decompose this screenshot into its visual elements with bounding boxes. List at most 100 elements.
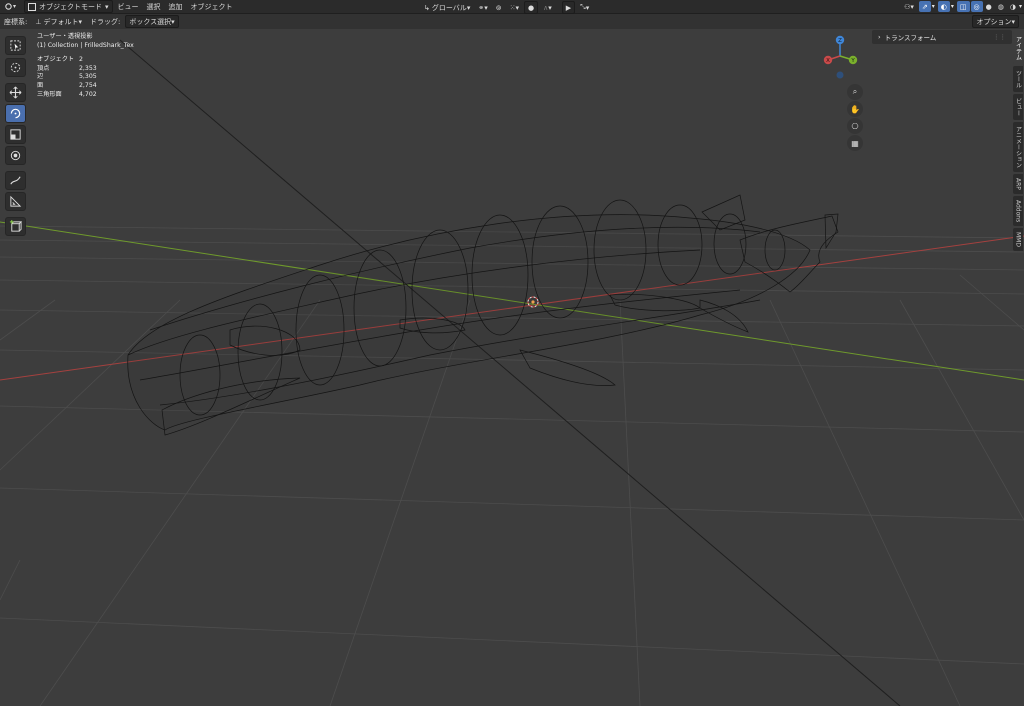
transform-tool[interactable]	[5, 146, 26, 165]
pan-button[interactable]: ✋	[847, 101, 863, 117]
tab-animation[interactable]: アニメーション	[1013, 122, 1023, 172]
orientation-dropdown[interactable]: ⊥ デフォルト ▾	[32, 16, 85, 27]
xray-toggle[interactable]: ◫	[956, 1, 970, 12]
show-gizmo-toggle[interactable]: ⇗	[918, 1, 931, 12]
select-box-tool[interactable]	[5, 36, 26, 55]
zoom-icon: ⌕	[852, 87, 858, 96]
measure-icon	[10, 195, 22, 207]
annotate-tool[interactable]	[5, 171, 26, 190]
neg-z-axis-handle[interactable]	[836, 71, 844, 79]
scale-tool[interactable]	[5, 125, 26, 144]
pivot-point-button[interactable]: ⚭ ▾	[475, 2, 490, 13]
y-axis-handle[interactable]: Y	[848, 55, 858, 65]
snap-icon: ⊚	[495, 3, 502, 12]
svg-text:Z: Z	[838, 38, 842, 44]
measure-tool[interactable]	[5, 192, 26, 211]
stat-label: 三角形面	[37, 90, 62, 98]
shading-material-button[interactable]: ◍	[995, 1, 1007, 12]
play-icon: ▶	[565, 3, 572, 12]
camera-view-button[interactable]: ⎔	[847, 118, 863, 134]
show-overlays-toggle[interactable]: ◐	[937, 1, 950, 12]
menu-view[interactable]: ビュー	[114, 2, 143, 12]
orientation-value: デフォルト	[43, 17, 79, 26]
tab-mmd[interactable]: MMD	[1013, 228, 1023, 252]
annotate-icon	[10, 176, 21, 185]
zoom-button[interactable]: ⌕	[847, 84, 863, 100]
cursor-tool[interactable]	[5, 58, 26, 77]
snap-grid-icon: ⁙	[509, 3, 516, 12]
tool-shelf	[5, 34, 26, 238]
shading-wireframe-button[interactable]: ◎	[970, 1, 983, 12]
navigation-gizmo[interactable]: Z Y X	[820, 35, 864, 79]
orientation-axes-icon: ⊥	[35, 17, 42, 26]
tab-tool[interactable]: ツール	[1013, 66, 1023, 92]
play-button[interactable]: ▶	[561, 1, 576, 14]
stat-row: オブジェクト 2	[37, 56, 134, 65]
transform-icon	[10, 150, 21, 161]
menu-select[interactable]: 選択	[143, 2, 165, 12]
stat-row: 辺 5,305	[37, 73, 134, 82]
orientation-label: 座標系:	[4, 17, 28, 26]
mode-label: オブジェクトモード	[39, 2, 103, 11]
svg-text:Y: Y	[850, 58, 855, 64]
navigation-buttons: ⌕ ✋ ⎔ ▦	[847, 84, 863, 152]
editor-type-button[interactable]: ▾	[1, 1, 19, 12]
3d-viewport[interactable]	[0, 29, 1024, 706]
tab-item[interactable]: アイテム	[1013, 32, 1023, 64]
tab-view[interactable]: ビュー	[1013, 94, 1023, 120]
snap-target-dropdown[interactable]: ⁙ ▾	[507, 2, 522, 13]
options-dropdown[interactable]: オプション ▾	[972, 15, 1019, 28]
hand-icon: ✋	[850, 104, 860, 114]
falloff-icon: ∧	[543, 3, 549, 12]
x-axis-handle[interactable]: X	[823, 55, 833, 65]
pivot-icon: ⚭	[478, 3, 485, 12]
shading-solid-button[interactable]: ●	[983, 1, 995, 12]
stat-row: 三角形面 4,702	[37, 91, 134, 100]
menu-object[interactable]: オブジェクト	[187, 2, 237, 12]
visibility-icon: ⚇	[904, 2, 911, 11]
transform-panel-header[interactable]: › トランスフォーム ⋮⋮	[872, 30, 1012, 44]
transform-orientation-dropdown[interactable]: ↳ グローバル ▾	[421, 2, 473, 13]
scene-statistics: オブジェクト 2 頂点 2,353 辺 5,305 面 2,754 三角形面 4,702	[37, 56, 134, 99]
drag-handle-icon[interactable]: ⋮⋮	[993, 33, 1006, 41]
move-icon	[9, 86, 22, 99]
object-mode-icon	[28, 2, 37, 11]
proportional-editing-toggle[interactable]: ●	[523, 1, 539, 14]
shading-rendered-button[interactable]: ◑	[1007, 1, 1019, 12]
3d-viewport-icon	[5, 3, 12, 10]
frilled-shark-wireframe[interactable]	[127, 194, 839, 436]
drag-value: ボックス選択	[129, 17, 172, 26]
transform-gizmo-icon: ⤡	[580, 3, 586, 11]
stat-value: 4,702	[79, 90, 97, 98]
sidebar-tabs: アイテム ツール ビュー アニメーション ARP Addons MMD	[1013, 32, 1024, 253]
stat-value: 2,754	[79, 81, 97, 89]
stat-label: オブジェクト	[37, 56, 75, 64]
viewport-header: ▾ オブジェクトモード ▾ ビュー 選択 追加 オブジェクト ↳ グローバル ▾ ⚭ ▾…	[0, 0, 1024, 14]
mode-dropdown[interactable]: オブジェクトモード ▾	[24, 0, 113, 13]
tab-addons[interactable]: Addons	[1013, 195, 1023, 227]
add-cube-tool[interactable]	[5, 217, 26, 236]
visibility-dropdown[interactable]: ⚇ ▾	[901, 1, 917, 12]
move-tool[interactable]	[5, 83, 26, 102]
gizmo-dropdown[interactable]: ⤡ ▾	[577, 2, 592, 13]
orientation-icon: ↳	[424, 3, 430, 12]
gizmo-icon: ⇗	[921, 2, 928, 11]
rendered-shading-icon: ◑	[1009, 2, 1016, 11]
snap-toggle[interactable]: ⊚	[493, 2, 505, 13]
z-axis-handle[interactable]: Z	[835, 35, 845, 45]
menu-add[interactable]: 追加	[165, 2, 187, 12]
collection-name: (1) Collection | FrilledShark_Tex	[37, 41, 134, 49]
xray-icon: ◫	[959, 2, 967, 11]
stat-value: 2,353	[79, 64, 97, 72]
drag-dropdown[interactable]: ボックス選択 ▾	[125, 15, 179, 28]
stat-label: 面	[37, 81, 44, 89]
stat-value: 2	[79, 56, 83, 64]
stat-row: 頂点 2,353	[37, 65, 134, 74]
cursor-icon	[10, 62, 21, 73]
falloff-dropdown[interactable]: ∧ ▾	[540, 2, 555, 13]
svg-text:X: X	[826, 58, 830, 64]
rotate-tool[interactable]	[5, 104, 26, 123]
tab-arp[interactable]: ARP	[1013, 174, 1023, 194]
perspective-toggle-button[interactable]: ▦	[847, 135, 863, 151]
wireframe-shading-icon: ◎	[973, 2, 980, 11]
